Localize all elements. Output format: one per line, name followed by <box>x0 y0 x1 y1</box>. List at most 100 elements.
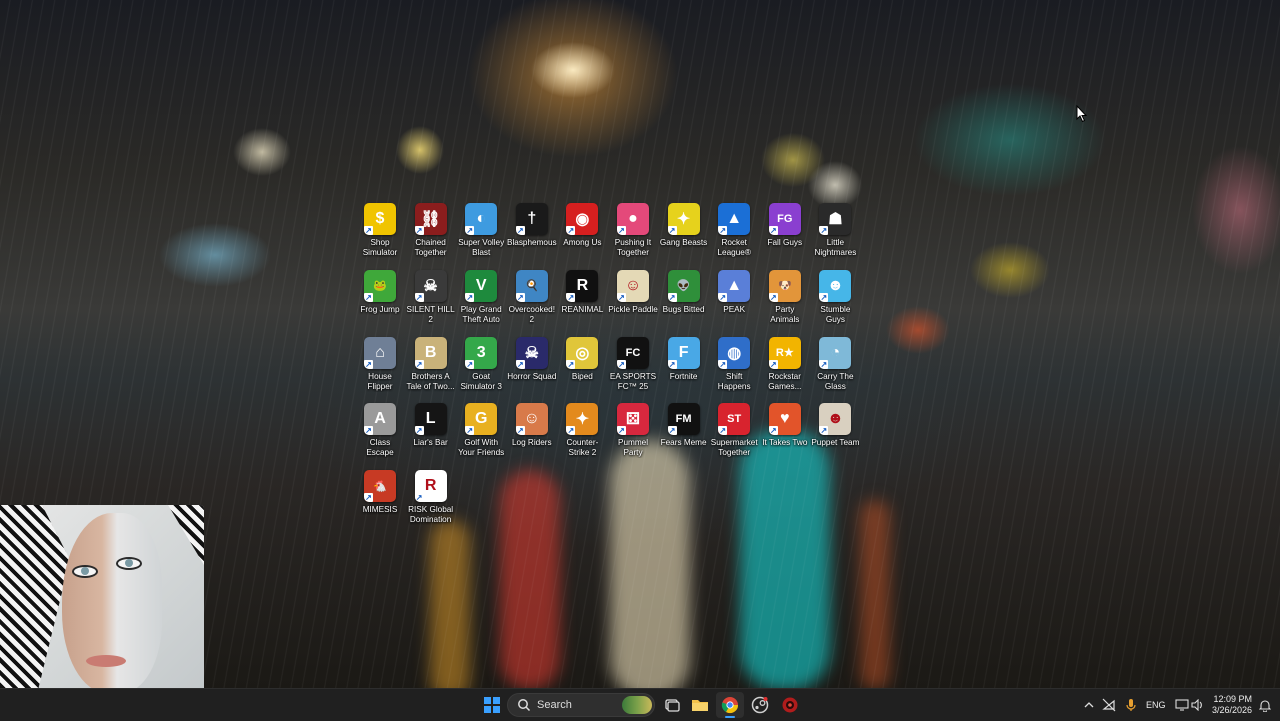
log-riders-icon: ☺ ↗ <box>515 403 548 436</box>
desktop-shortcut[interactable]: R ↗ REANIMAL <box>557 269 607 315</box>
tray-volume-button[interactable] <box>1190 697 1206 713</box>
desktop-shortcut[interactable]: ◉ ↗ Among Us <box>557 203 607 248</box>
desktop-shortcut[interactable]: ☻ ↗ Puppet Team <box>810 403 860 448</box>
shortcut-arrow-icon: ↗ <box>617 226 626 235</box>
dollar-coin-icon: $ ↗ <box>364 203 396 235</box>
task-view-icon <box>665 699 680 712</box>
desktop-shortcut[interactable]: ✦ ↗ Gang Beasts <box>659 203 709 248</box>
shortcut-arrow-icon: ↗ <box>414 359 424 369</box>
language-indicator[interactable]: ENG <box>1146 700 1166 711</box>
file-explorer-icon <box>692 700 708 711</box>
icon-glyph: ☠ <box>524 344 539 362</box>
shortcut-arrow-icon: ↗ <box>718 359 728 369</box>
desktop-shortcut[interactable]: ◔ ↗ Carry The Glass <box>810 336 860 392</box>
biped-icon: ◎ ↗ <box>566 336 599 369</box>
shortcut-arrow-icon: ↗ <box>566 226 576 235</box>
desktop-shortcut[interactable]: 🐔 ↗ MIMESIS <box>355 470 405 515</box>
mimesis-icon: 🐔 ↗ <box>364 470 396 503</box>
desktop-shortcut[interactable]: R ↗ RISK Global Domination <box>406 470 456 525</box>
tray-microphone-button[interactable] <box>1123 697 1139 713</box>
icon-glyph: ⚄ <box>626 411 640 429</box>
shortcut-arrow-icon: ↗ <box>718 426 728 436</box>
desktop-shortcut[interactable]: FM ↗ Fears Meme <box>659 403 709 448</box>
windows-start-icon <box>484 697 500 713</box>
shortcut-arrow-icon: ↗ <box>414 226 424 235</box>
start-button[interactable] <box>478 692 506 718</box>
desktop-shortcut[interactable]: ▲ ↗ PEAK <box>709 269 759 315</box>
file-explorer-button[interactable] <box>686 692 714 718</box>
desktop-shortcut[interactable]: L ↗ Liar's Bar <box>406 403 456 448</box>
desktop-shortcut[interactable]: $ ↗ Shop Simulator <box>355 203 405 258</box>
desktop-shortcut-label: House Flipper <box>367 371 393 391</box>
steam-icon <box>751 696 769 714</box>
desktop-shortcut[interactable]: ST ↗ Supermarket Together <box>709 403 759 458</box>
desktop-shortcut[interactable]: 👽 ↗ Bugs Bitted <box>659 269 709 315</box>
network-off-icon <box>1102 698 1116 712</box>
icon-glyph: ☻ <box>826 410 844 428</box>
steam-button[interactable] <box>746 692 774 718</box>
notification-button[interactable] <box>1257 697 1273 713</box>
shortcut-arrow-icon: ↗ <box>667 426 677 436</box>
little-nightmares-icon: ☗ ↗ <box>819 203 852 235</box>
shortcut-arrow-icon: ↗ <box>364 493 373 503</box>
desktop-shortcut[interactable]: ☺ ↗ Pickle Paddle <box>608 269 658 315</box>
display-icon <box>1175 699 1189 711</box>
desktop-shortcut[interactable]: ☗ ↗ Little Nightmares <box>810 203 860 258</box>
shortcut-arrow-icon: ↗ <box>819 226 829 235</box>
icon-glyph: R★ <box>775 347 794 360</box>
desktop-shortcut[interactable]: ☺ ↗ Log Riders <box>507 403 557 448</box>
desktop-shortcut-label: Pickle Paddle <box>608 304 658 314</box>
shortcut-arrow-icon: ↗ <box>768 292 778 302</box>
silent-hill-icon: ☠ ↗ <box>414 269 447 302</box>
shortcut-arrow-icon: ↗ <box>718 226 728 235</box>
desktop-shortcut-label: Chained Together <box>414 238 447 257</box>
shortcut-arrow-icon: ↗ <box>515 426 525 436</box>
desktop-shortcut[interactable]: FC ↗ EA SPORTS FC™ 25 <box>608 336 658 392</box>
desktop-shortcut[interactable]: 3 ↗ Goat Simulator 3 <box>456 336 506 392</box>
tray-overflow-button[interactable] <box>1081 697 1097 713</box>
desktop-shortcut[interactable]: ⌂ ↗ House Flipper <box>355 336 405 392</box>
desktop-shortcut[interactable]: ● ↗ Pushing It Together <box>608 203 658 258</box>
desktop-shortcut[interactable]: ✦ ↗ Counter-Strike 2 <box>557 403 607 458</box>
game-app-icon <box>782 697 798 713</box>
shortcut-arrow-icon: ↗ <box>515 226 525 235</box>
tray-display-button[interactable] <box>1174 697 1190 713</box>
game-app-button[interactable] <box>776 692 804 718</box>
clock[interactable]: 12:09 PM 3/26/2026 <box>1210 694 1252 716</box>
desktop-shortcut[interactable]: FG ↗ Fall Guys <box>760 203 810 248</box>
desktop-shortcut-label: Goat Simulator 3 <box>460 371 502 391</box>
icon-glyph: V <box>475 276 487 294</box>
desktop-shortcut[interactable]: ◎ ↗ Biped <box>557 336 607 382</box>
desktop-shortcut[interactable]: ☻ ↗ Stumble Guys <box>810 269 860 325</box>
desktop-shortcut[interactable]: † ↗ Blasphemous <box>507 203 557 248</box>
desktop-shortcut[interactable]: 🍳 ↗ Overcooked! 2 <box>507 269 557 325</box>
desktop-shortcut-label: Counter-Strike 2 <box>566 438 599 458</box>
desktop-shortcut[interactable]: 🐸 ↗ Frog Jump <box>355 269 405 315</box>
desktop-shortcut[interactable]: ☠ ↗ Horror Squad <box>507 336 557 382</box>
desktop-shortcut[interactable]: R★ ↗ Rockstar Games... <box>760 336 810 392</box>
desktop-shortcut[interactable]: ⚄ ↗ Pummel Party <box>608 403 658 458</box>
desktop-shortcut[interactable]: 🐶 ↗ Party Animals <box>760 269 810 325</box>
desktop-shortcut[interactable]: ◐ ↗ Super Volley Blast <box>456 203 506 258</box>
desktop-shortcut[interactable]: ◍ ↗ Shift Happens <box>709 336 759 392</box>
liars-bar-icon: L ↗ <box>414 403 447 436</box>
desktop-shortcut[interactable]: G ↗ Golf With Your Friends <box>456 403 506 458</box>
desktop-shortcut[interactable]: ☠ ↗ SILENT HILL 2 <box>406 269 456 325</box>
task-view-button[interactable] <box>658 692 686 718</box>
desktop-shortcut-label: Bugs Bitted <box>662 304 705 314</box>
tray-network-button[interactable] <box>1101 697 1117 713</box>
desktop-shortcut[interactable]: B ↗ Brothers A Tale of Two... <box>406 336 456 392</box>
shortcut-arrow-icon: ↗ <box>617 426 626 436</box>
chrome-button[interactable] <box>716 692 744 718</box>
desktop-shortcut[interactable]: ⛓ ↗ Chained Together <box>406 203 456 258</box>
webcam-overlay <box>0 505 204 688</box>
shortcut-arrow-icon: ↗ <box>819 426 829 436</box>
shortcut-arrow-icon: ↗ <box>667 359 677 369</box>
desktop-shortcut[interactable]: A ↗ Class Escape <box>355 403 405 458</box>
desktop-shortcut[interactable]: F ↗ Fortnite <box>659 336 709 382</box>
rocket-league-icon: ▲ ↗ <box>718 203 751 235</box>
desktop-shortcut[interactable]: ▲ ↗ Rocket League® <box>709 203 759 258</box>
taskbar-search[interactable]: Search <box>507 693 655 717</box>
desktop-shortcut[interactable]: V ↗ Play Grand Theft Auto <box>456 269 506 325</box>
desktop-shortcut[interactable]: ♥ ↗ It Takes Two <box>760 403 810 448</box>
